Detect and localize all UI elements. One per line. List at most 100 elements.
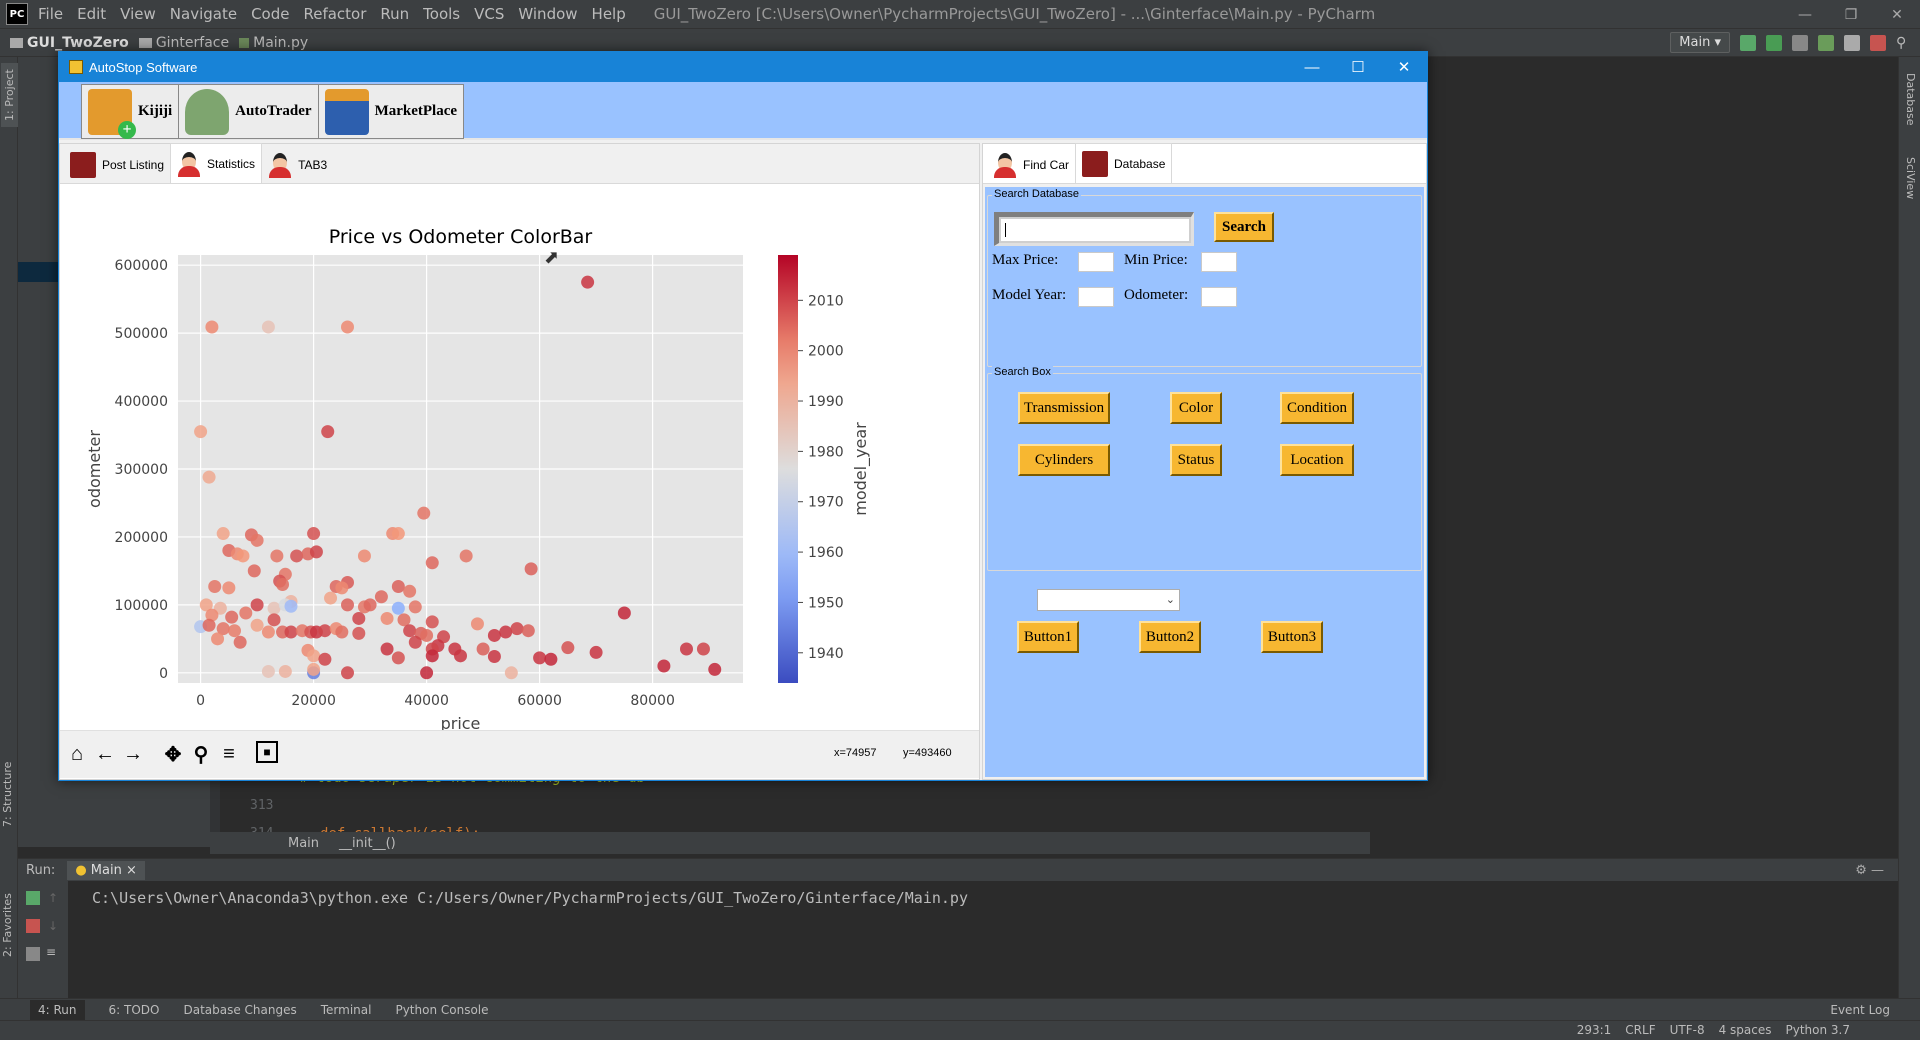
- status-button[interactable]: Status: [1170, 444, 1222, 476]
- menu-refactor[interactable]: Refactor: [303, 5, 366, 23]
- save-icon[interactable]: ■: [256, 741, 278, 763]
- scatter-chart[interactable]: 0 20000 40000 60000 80000 0 100000 200000 300000…: [60, 185, 979, 733]
- button2[interactable]: Button2: [1139, 621, 1201, 653]
- run-config-select[interactable]: Main ▾: [1670, 32, 1730, 53]
- tab-database[interactable]: Database: [1075, 143, 1173, 183]
- line-separator[interactable]: CRLF: [1625, 1023, 1655, 1037]
- app-minimize-icon[interactable]: —: [1289, 52, 1335, 82]
- button1[interactable]: Button1: [1017, 621, 1079, 653]
- odometer-input[interactable]: [1201, 287, 1237, 307]
- search-button[interactable]: Search: [1214, 212, 1274, 242]
- scatter-point: [420, 666, 434, 680]
- indent-setting[interactable]: 4 spaces: [1719, 1023, 1772, 1037]
- breadcrumb-project[interactable]: GUI_TwoZero: [10, 35, 129, 51]
- button3[interactable]: Button3: [1261, 621, 1323, 653]
- stop-icon[interactable]: [26, 919, 40, 933]
- file-encoding[interactable]: UTF-8: [1670, 1023, 1705, 1037]
- event-log-tab[interactable]: Event Log: [1830, 1003, 1890, 1017]
- chevron-down-icon[interactable]: ⌄: [1166, 593, 1175, 606]
- restore-layout-icon[interactable]: [26, 947, 40, 961]
- stop-icon[interactable]: [1870, 34, 1886, 51]
- run-tab-main[interactable]: ● Main ×: [67, 860, 145, 880]
- scatter-point: [403, 624, 417, 638]
- marketplace-button[interactable]: MarketPlace: [318, 85, 464, 138]
- editor-breadcrumb-class[interactable]: Main: [288, 836, 319, 851]
- profile-icon[interactable]: [1818, 34, 1834, 51]
- app-maximize-icon[interactable]: ☐: [1335, 52, 1381, 82]
- autotrader-button[interactable]: AutoTrader: [179, 85, 319, 138]
- location-button[interactable]: Location: [1280, 444, 1354, 476]
- project-toolwindow-tab[interactable]: 1: Project: [1, 63, 18, 127]
- menu-vcs[interactable]: VCS: [474, 5, 504, 23]
- tab-find-car[interactable]: Find Car: [987, 147, 1075, 183]
- menu-file[interactable]: File: [38, 5, 63, 23]
- menu-window[interactable]: Window: [518, 5, 577, 23]
- app-close-icon[interactable]: ✕: [1381, 52, 1427, 82]
- debug-icon[interactable]: [1766, 34, 1782, 51]
- rerun-icon[interactable]: [1740, 34, 1756, 51]
- tab-statistics[interactable]: Statistics: [170, 143, 263, 183]
- forward-arrow-icon[interactable]: →: [120, 741, 146, 767]
- rerun-icon[interactable]: [26, 891, 40, 905]
- menu-code[interactable]: Code: [251, 5, 289, 23]
- database-toolwindow-tab[interactable]: Database: [1904, 73, 1917, 126]
- ide-minimize-icon[interactable]: —: [1782, 0, 1828, 29]
- scatter-point: [357, 549, 371, 563]
- build-icon[interactable]: [1844, 34, 1860, 51]
- coverage-icon[interactable]: [1792, 34, 1808, 51]
- transmission-button[interactable]: Transmission: [1018, 392, 1110, 424]
- condition-button[interactable]: Condition: [1280, 392, 1354, 424]
- max-price-input[interactable]: [1078, 252, 1114, 272]
- y-tick-label: 100000: [115, 598, 168, 614]
- cylinders-button[interactable]: Cylinders: [1018, 444, 1110, 476]
- kijiji-button[interactable]: Kijiji: [82, 85, 180, 139]
- search-everywhere-icon[interactable]: ⚲: [1896, 35, 1912, 51]
- down-arrow-icon[interactable]: ↓: [48, 919, 58, 933]
- up-arrow-icon[interactable]: ↑: [48, 891, 58, 905]
- terminal-tab[interactable]: Terminal: [321, 1003, 372, 1017]
- matplotlib-canvas[interactable]: 0 20000 40000 60000 80000 0 100000 200000 300000…: [60, 185, 979, 733]
- scatter-point: [476, 642, 490, 656]
- color-button[interactable]: Color: [1170, 392, 1222, 424]
- configure-subplots-icon[interactable]: ≡: [216, 741, 242, 767]
- ide-restore-icon[interactable]: ❐: [1828, 0, 1874, 29]
- scatter-point: [284, 625, 298, 639]
- tab-post-listing[interactable]: Post Listing: [64, 147, 170, 183]
- menu-navigate[interactable]: Navigate: [170, 5, 237, 23]
- database-changes-tab[interactable]: Database Changes: [183, 1003, 296, 1017]
- breadcrumb-folder[interactable]: Ginterface: [138, 35, 229, 51]
- favorites-toolwindow-tab[interactable]: 2: Favorites: [1, 893, 14, 957]
- menu-edit[interactable]: Edit: [77, 5, 106, 23]
- run-toolwindow-tab[interactable]: 4: Run: [30, 999, 85, 1020]
- python-console-tab[interactable]: Python Console: [395, 1003, 488, 1017]
- caret-position[interactable]: 293:1: [1577, 1023, 1612, 1037]
- menu-tools[interactable]: Tools: [423, 5, 460, 23]
- menu-run[interactable]: Run: [380, 5, 409, 23]
- right-notebook: Find Car Database Search Database Search…: [982, 143, 1427, 780]
- python-interpreter[interactable]: Python 3.7: [1786, 1023, 1851, 1037]
- editor-breadcrumb-method[interactable]: __init__(): [339, 836, 396, 851]
- back-arrow-icon[interactable]: ←: [92, 741, 118, 767]
- todo-toolwindow-tab[interactable]: 6: TODO: [109, 1003, 160, 1017]
- run-label: Run:: [26, 862, 56, 878]
- scatter-point: [341, 598, 354, 612]
- structure-toolwindow-tab[interactable]: 7: Structure: [1, 762, 14, 827]
- options-combobox[interactable]: ⌄: [1037, 589, 1180, 611]
- run-settings-icon[interactable]: ⚙ —: [1855, 863, 1884, 878]
- home-icon[interactable]: ⌂: [64, 741, 90, 767]
- min-price-input[interactable]: [1201, 252, 1237, 272]
- breadcrumb-file[interactable]: Main.py: [239, 35, 308, 51]
- zoom-icon[interactable]: ⚲: [188, 741, 214, 767]
- search-input[interactable]: [994, 212, 1194, 246]
- model-year-input[interactable]: [1078, 287, 1114, 307]
- ide-close-icon[interactable]: ✕: [1874, 0, 1920, 29]
- app-titlebar[interactable]: AutoStop Software — ☐ ✕: [59, 52, 1427, 82]
- pan-icon[interactable]: ✥: [160, 741, 186, 767]
- scatter-point: [290, 549, 304, 563]
- run-console-output[interactable]: C:\Users\Owner\Anaconda3\python.exe C:/U…: [92, 889, 968, 907]
- tab-tab3[interactable]: TAB3: [262, 147, 333, 183]
- soft-wrap-icon[interactable]: ≡: [46, 945, 56, 959]
- menu-view[interactable]: View: [120, 5, 156, 23]
- menu-help[interactable]: Help: [592, 5, 626, 23]
- sciview-toolwindow-tab[interactable]: SciView: [1904, 157, 1917, 199]
